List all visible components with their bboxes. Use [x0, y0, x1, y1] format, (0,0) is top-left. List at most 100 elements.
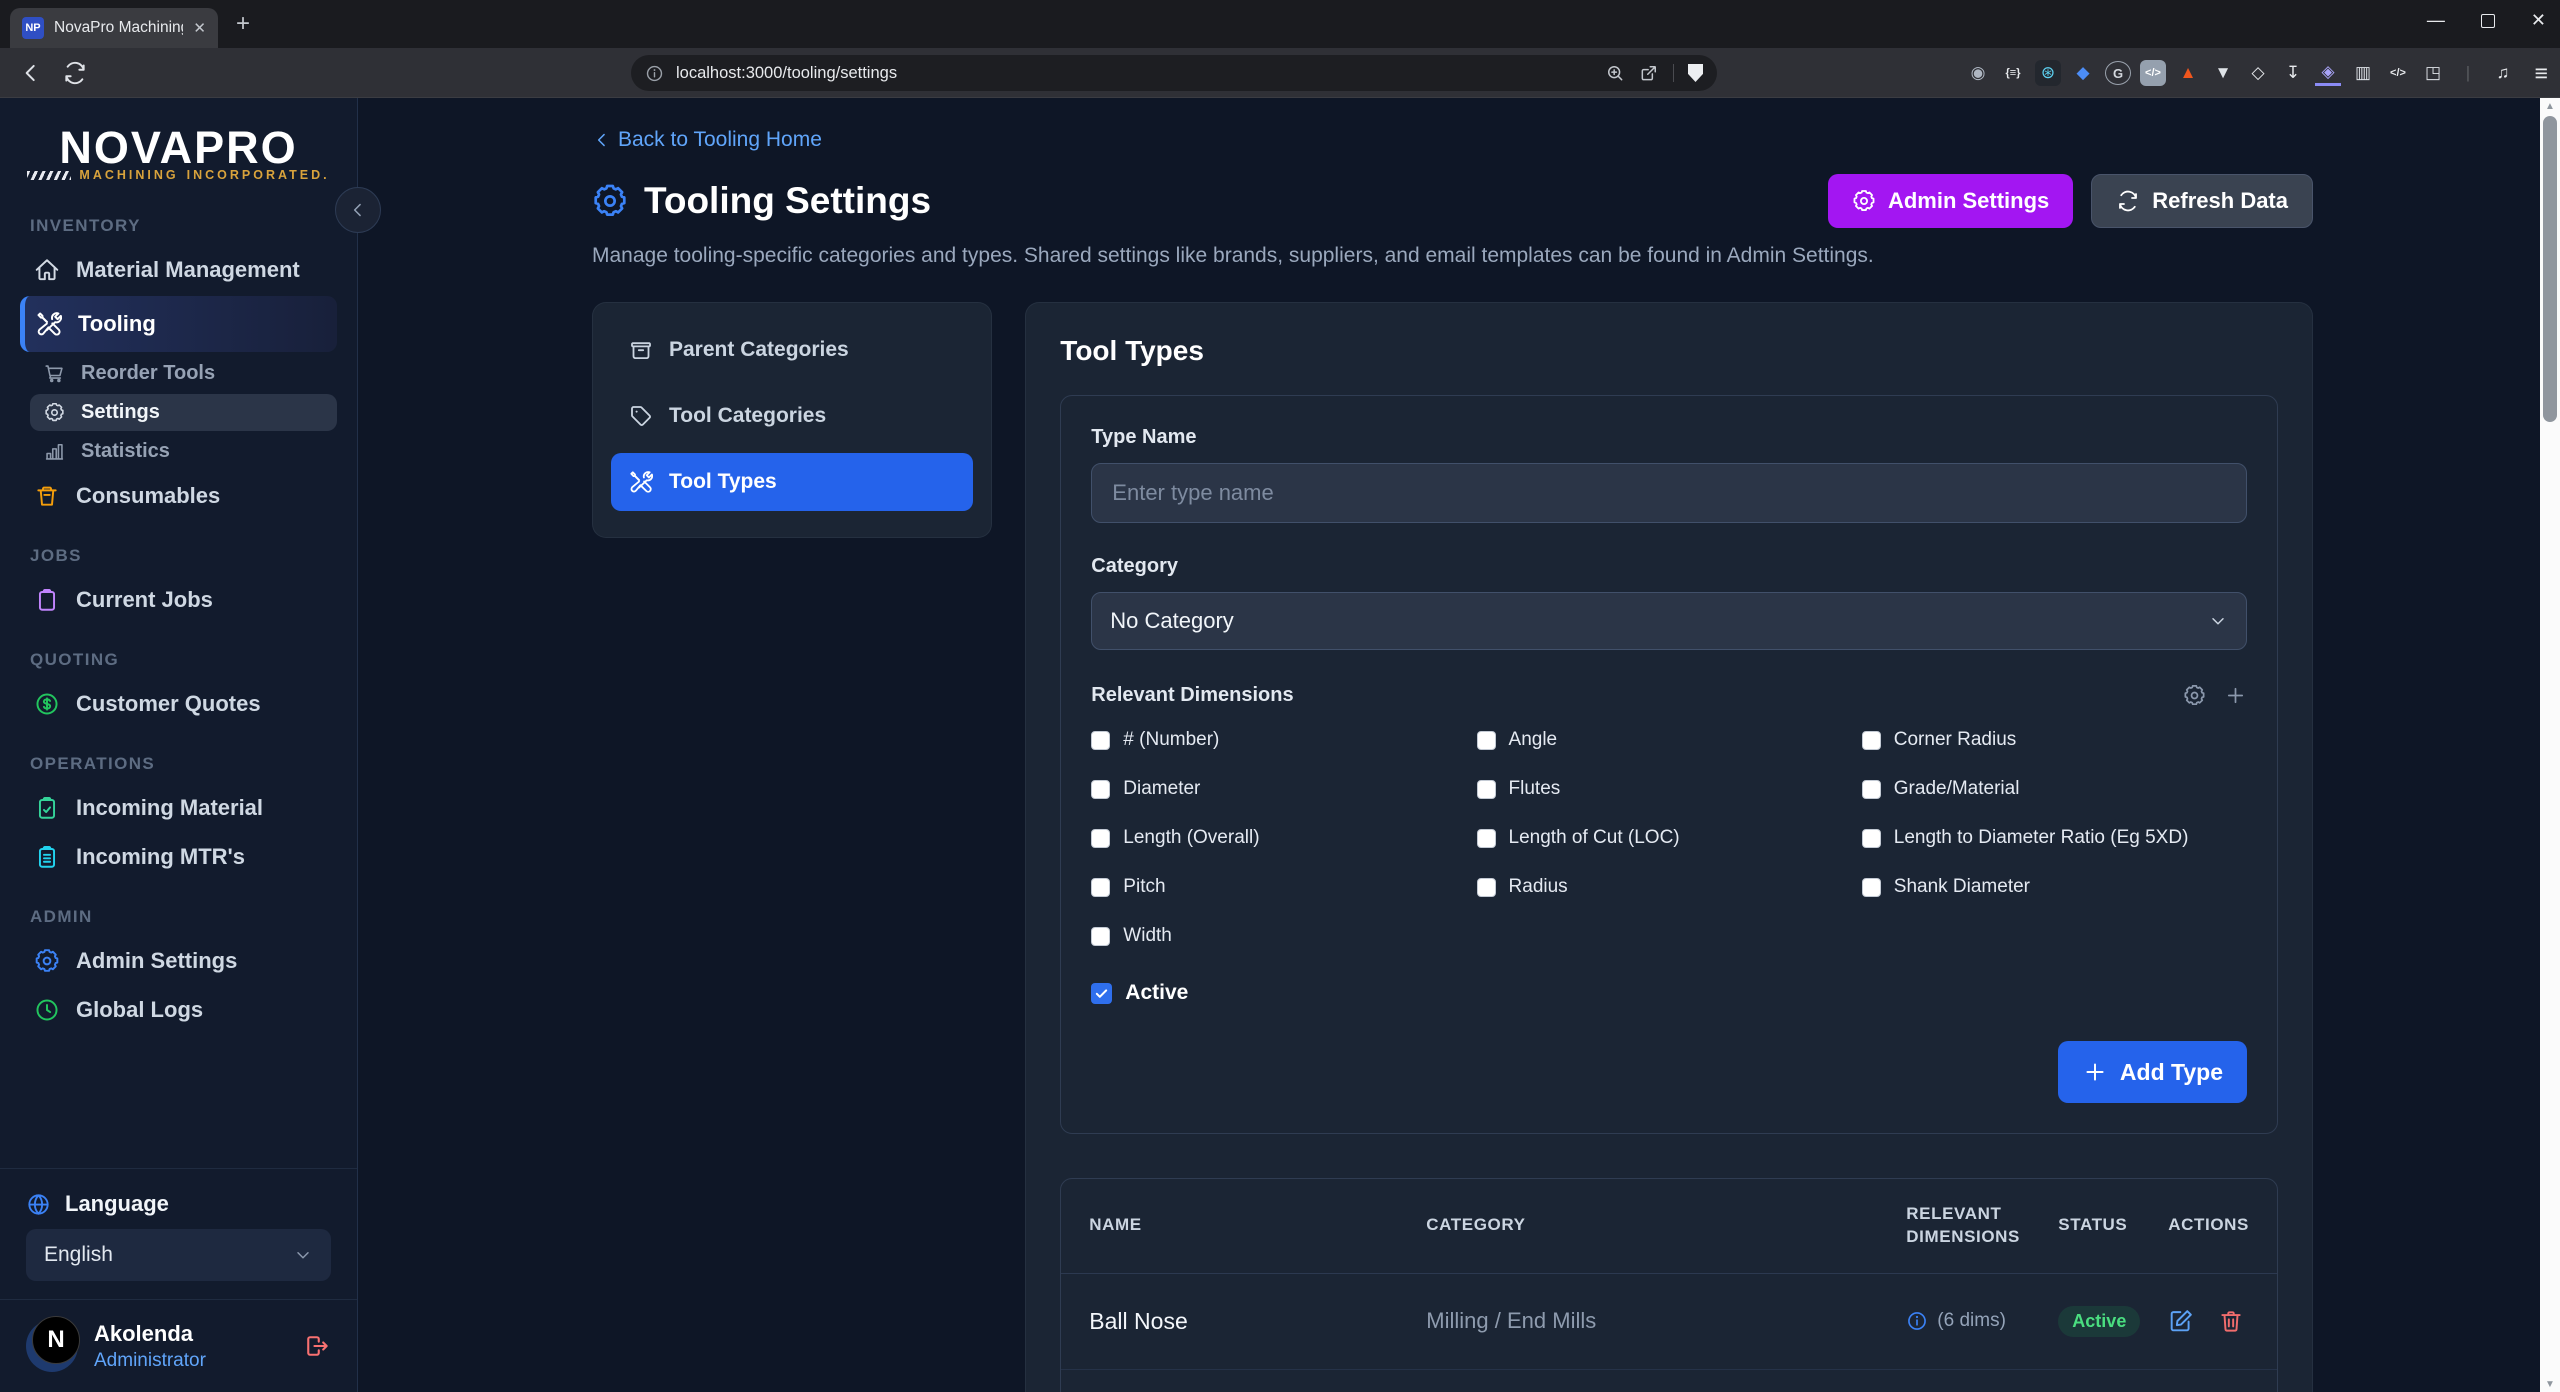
- window-maximize-icon[interactable]: [2481, 14, 2495, 28]
- checkbox-unchecked[interactable]: [1091, 927, 1110, 946]
- sidebar-item[interactable]: Material Management: [20, 247, 337, 293]
- trash-extension[interactable]: ▥: [2350, 60, 2376, 86]
- settings-nav-card: Parent Categories Tool Categories Tool T…: [592, 302, 992, 538]
- scrollbar-thumb[interactable]: [2543, 116, 2557, 422]
- share-icon[interactable]: [1639, 63, 1659, 83]
- toolbar-separator[interactable]: |: [2455, 60, 2481, 86]
- dimension-option[interactable]: Shank Diameter: [1862, 876, 2247, 898]
- admin-settings-button[interactable]: Admin Settings: [1828, 174, 2073, 228]
- checkbox-unchecked[interactable]: [1091, 878, 1110, 897]
- graduation-cap-extension[interactable]: ▲: [2175, 60, 2201, 86]
- dimension-option[interactable]: Diameter: [1091, 778, 1476, 800]
- new-tab-button[interactable]: +: [236, 10, 250, 38]
- puzzle-extension[interactable]: ◆: [2070, 60, 2096, 86]
- browser-menu-icon[interactable]: ≡: [2535, 60, 2548, 87]
- nav-group-inventory: Material Management Tooling Reorder Tool…: [0, 244, 357, 522]
- info-icon[interactable]: [1906, 1310, 1928, 1332]
- grammarly-extension[interactable]: G: [2105, 61, 2131, 85]
- tool-types-table: NAME CATEGORY RELEVANT DIMENSIONS STATUS…: [1060, 1178, 2278, 1392]
- chevron-down-icon: [2208, 611, 2228, 631]
- sidebar-item[interactable]: Admin Settings: [20, 938, 337, 984]
- dimension-option[interactable]: Width: [1091, 925, 1476, 947]
- sidebar-item[interactable]: Current Jobs: [20, 577, 337, 623]
- cursor-extension[interactable]: ◉: [1965, 60, 1991, 86]
- sidebar-item[interactable]: Tooling: [20, 296, 337, 352]
- browser-tab[interactable]: NP NovaPro Machining ✕: [10, 8, 218, 48]
- add-type-button[interactable]: Add Type: [2058, 1041, 2247, 1103]
- checkbox-unchecked[interactable]: [1862, 731, 1881, 750]
- page-scrollbar[interactable]: ▲ ▼: [2540, 98, 2560, 1392]
- shield-extension[interactable]: ▼: [2210, 60, 2236, 86]
- type-name-input[interactable]: [1091, 463, 2247, 523]
- password-key-extension[interactable]: ◈: [2315, 60, 2341, 86]
- code-badge-extension[interactable]: </>: [2140, 60, 2166, 86]
- dimension-option[interactable]: # (Number): [1091, 729, 1476, 751]
- dimension-option[interactable]: Length to Diameter Ratio (Eg 5XD): [1862, 827, 2247, 849]
- sidebar-item[interactable]: Global Logs: [20, 987, 337, 1033]
- scroll-down-arrow[interactable]: ▼: [2540, 1376, 2560, 1392]
- window-minimize-icon[interactable]: —: [2427, 10, 2445, 31]
- download-icon[interactable]: ↧: [2280, 60, 2306, 86]
- dimension-option[interactable]: Angle: [1477, 729, 1862, 751]
- sidebar-item[interactable]: Statistics: [30, 433, 337, 470]
- dimension-option[interactable]: Pitch: [1091, 876, 1476, 898]
- back-to-tooling-home-link[interactable]: Back to Tooling Home: [592, 128, 822, 152]
- sidebar-collapse-button[interactable]: [335, 187, 381, 233]
- language-select[interactable]: English: [26, 1229, 331, 1281]
- checkbox-unchecked[interactable]: [1862, 829, 1881, 848]
- checkbox-unchecked[interactable]: [1862, 878, 1881, 897]
- active-toggle[interactable]: Active: [1091, 981, 2247, 1005]
- react-devtools-extension[interactable]: ⊛: [2035, 60, 2061, 86]
- dimension-option[interactable]: Flutes: [1477, 778, 1862, 800]
- checkbox-unchecked[interactable]: [1477, 878, 1496, 897]
- url-text[interactable]: localhost:3000/tooling/settings: [676, 64, 1605, 83]
- back-icon[interactable]: [18, 60, 44, 86]
- manage-dimensions-gear-icon[interactable]: [2183, 684, 2206, 707]
- delete-icon[interactable]: [2218, 1308, 2244, 1334]
- sidebar-item[interactable]: Customer Quotes: [20, 681, 337, 727]
- checkbox-unchecked[interactable]: [1477, 780, 1496, 799]
- checkbox-unchecked[interactable]: [1477, 829, 1496, 848]
- category-select[interactable]: No Category: [1091, 592, 2247, 650]
- site-info-icon[interactable]: [645, 64, 664, 83]
- dimension-option[interactable]: Length (Overall): [1091, 827, 1476, 849]
- url-bar[interactable]: localhost:3000/tooling/settings: [631, 55, 1717, 91]
- add-dimension-plus-icon[interactable]: [2224, 684, 2247, 707]
- zoom-icon[interactable]: [1605, 63, 1625, 83]
- checkbox-unchecked[interactable]: [1091, 731, 1110, 750]
- media-control-icon[interactable]: ♫: [2490, 60, 2516, 86]
- settings-tab[interactable]: Tool Types: [611, 453, 973, 511]
- scroll-up-arrow[interactable]: ▲: [2540, 98, 2560, 114]
- puzzle-outline-extension[interactable]: ◇: [2245, 60, 2271, 86]
- cast-icon[interactable]: ◳: [2420, 60, 2446, 86]
- code-extension[interactable]: </>: [2385, 60, 2411, 86]
- tab-close-icon[interactable]: ✕: [193, 19, 206, 37]
- window-close-icon[interactable]: ✕: [2531, 10, 2546, 31]
- logout-icon[interactable]: [303, 1332, 331, 1360]
- edit-icon[interactable]: [2168, 1308, 2194, 1334]
- json-formatter-extension[interactable]: {≡}: [2000, 60, 2026, 86]
- sidebar-item[interactable]: Reorder Tools: [30, 355, 337, 392]
- dimension-option[interactable]: Corner Radius: [1862, 729, 2247, 751]
- dimension-option[interactable]: Grade/Material: [1862, 778, 2247, 800]
- nextjs-dev-badge[interactable]: N: [32, 1316, 80, 1364]
- brand-name: NOVAPRO: [20, 122, 337, 174]
- sidebar-item[interactable]: Settings: [30, 394, 337, 431]
- checkbox-unchecked[interactable]: [1862, 780, 1881, 799]
- table-header: NAME CATEGORY RELEVANT DIMENSIONS STATUS…: [1061, 1179, 2277, 1274]
- checkbox-unchecked[interactable]: [1477, 731, 1496, 750]
- checkbox-unchecked[interactable]: [1091, 780, 1110, 799]
- settings-tab[interactable]: Tool Categories: [611, 387, 973, 445]
- brave-shield-icon[interactable]: [1688, 64, 1703, 82]
- sidebar-item[interactable]: Incoming MTR's: [20, 834, 337, 880]
- dimension-option[interactable]: Radius: [1477, 876, 1862, 898]
- sidebar-item[interactable]: Incoming Material: [20, 785, 337, 831]
- checkbox-unchecked[interactable]: [1091, 829, 1110, 848]
- checkbox-checked[interactable]: [1091, 983, 1112, 1004]
- settings-tab[interactable]: Parent Categories: [611, 321, 973, 379]
- page-title: Tooling Settings: [644, 180, 931, 222]
- sidebar-item[interactable]: Consumables: [20, 473, 337, 519]
- refresh-icon[interactable]: [62, 60, 88, 86]
- dimension-option[interactable]: Length of Cut (LOC): [1477, 827, 1862, 849]
- refresh-data-button[interactable]: Refresh Data: [2091, 174, 2313, 228]
